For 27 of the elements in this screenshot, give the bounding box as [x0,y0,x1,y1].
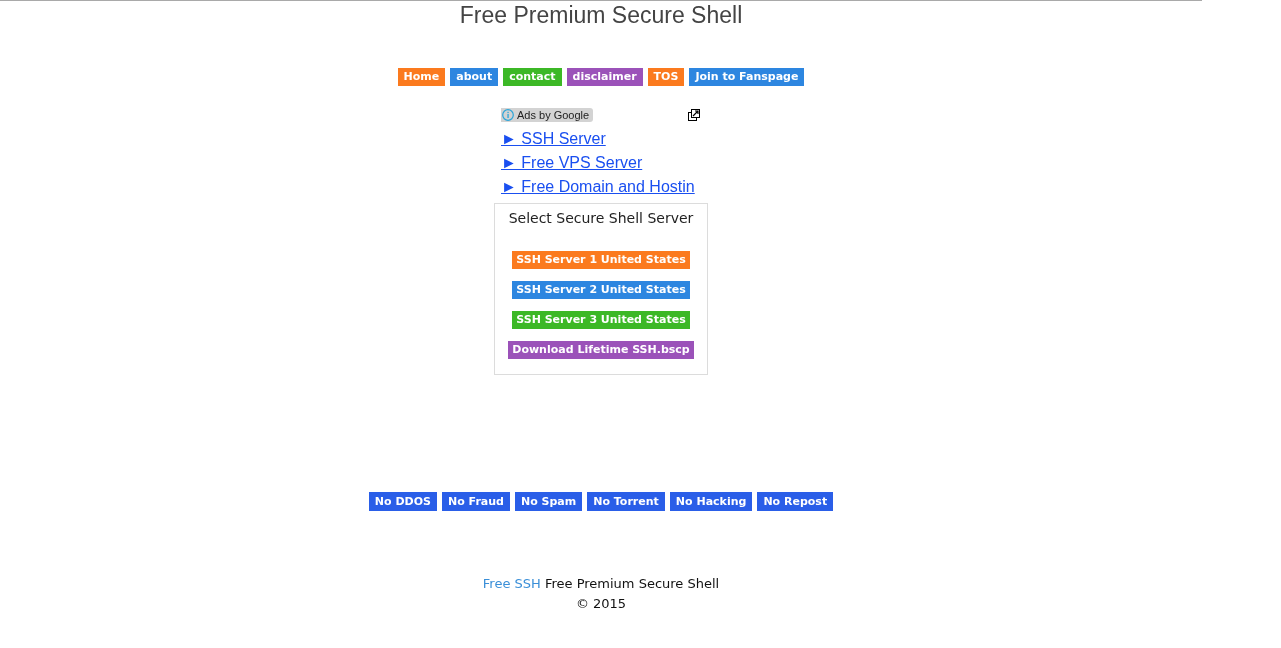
rule-tag: No Hacking [669,492,753,511]
nav-link[interactable]: contact [503,68,562,86]
footer-credit: Free SSH Free Premium Secure Shell [482,575,720,593]
rule-tag: No DDOS [368,492,437,511]
rule-tag: No Spam [514,492,583,511]
nav-link[interactable]: TOS [647,68,685,86]
rule-tag: No Torrent [587,492,665,511]
site-title: Free Premium Secure Shell [459,2,743,29]
copyright-text: © 2015 [575,595,627,613]
info-icon [502,109,514,121]
expand-icon[interactable] [688,109,700,121]
nav-link[interactable]: Join to Fanspage [689,68,805,86]
ad-link[interactable]: ► Free VPS Server [501,151,643,175]
ad-link[interactable]: ► Free Domain and Hostin [501,175,695,199]
server-button[interactable]: SSH Server 3 United States [512,311,690,329]
rule-tag: No Fraud [442,492,510,511]
panel-title: Select Secure Shell Server [508,209,694,227]
rule-tag: No Repost [757,492,834,511]
ad-link[interactable]: ► SSH Server [501,127,606,151]
nav-link[interactable]: disclaimer [566,68,643,86]
nav-link[interactable]: Home [397,68,446,86]
server-button[interactable]: SSH Server 1 United States [512,251,690,269]
footer-link[interactable]: Free SSH [482,576,541,591]
ads-badge[interactable]: Ads by Google [501,108,594,122]
nav-link[interactable]: about [450,68,499,86]
server-button[interactable]: SSH Server 2 United States [512,281,690,299]
server-button[interactable]: Download Lifetime SSH.bscp [508,341,694,359]
